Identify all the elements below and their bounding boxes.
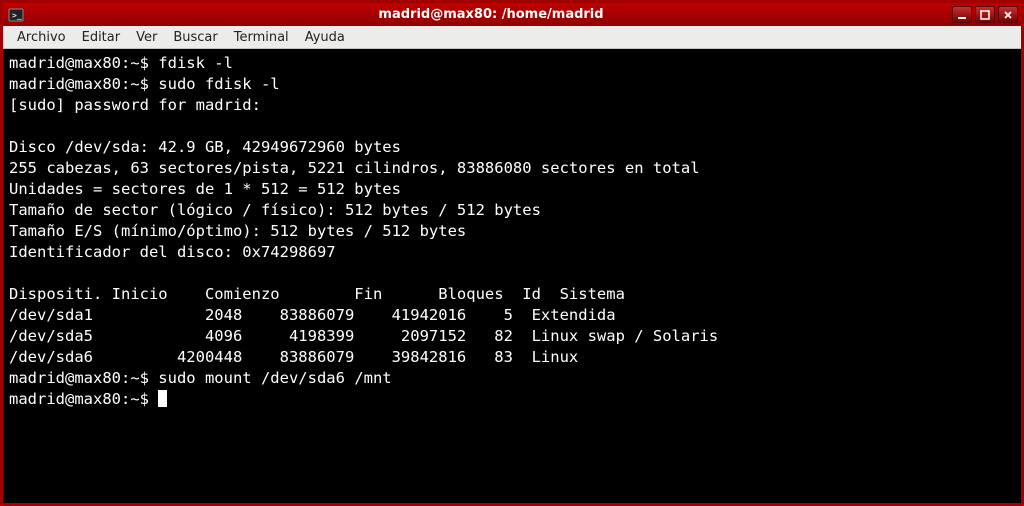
terminal-line: madrid@max80:~$ sudo mount /dev/sda6 /mn… [9, 369, 392, 387]
svg-text:>_: >_ [12, 11, 22, 20]
terminal-icon: >_ [8, 7, 24, 23]
terminal-line: Tamaño de sector (lógico / físico): 512 … [9, 201, 541, 219]
text-cursor [158, 390, 167, 407]
terminal-line: 255 cabezas, 63 sectores/pista, 5221 cil… [9, 159, 700, 177]
terminal-line: Disco /dev/sda: 42.9 GB, 42949672960 byt… [9, 138, 401, 156]
terminal-output[interactable]: madrid@max80:~$ fdisk -l madrid@max80:~$… [3, 49, 1021, 503]
menu-archivo[interactable]: Archivo [9, 28, 74, 47]
close-button[interactable] [998, 6, 1018, 23]
window-title: madrid@max80: /home/madrid [30, 7, 952, 22]
terminal-line: Identificador del disco: 0x74298697 [9, 243, 336, 261]
terminal-line: [sudo] password for madrid: [9, 96, 270, 114]
menu-ayuda[interactable]: Ayuda [297, 28, 353, 47]
menu-editar[interactable]: Editar [74, 28, 129, 47]
minimize-button[interactable] [952, 6, 972, 23]
terminal-line: Dispositi. Inicio Comienzo Fin Bloques I… [9, 285, 625, 303]
window-controls [952, 6, 1018, 23]
terminal-window: >_ madrid@max80: /home/madrid Archivo Ed… [0, 0, 1024, 506]
terminal-line: /dev/sda6 4200448 83886079 39842816 83 L… [9, 348, 578, 366]
menubar: Archivo Editar Ver Buscar Terminal Ayuda [3, 26, 1021, 49]
terminal-line: Unidades = sectores de 1 * 512 = 512 byt… [9, 180, 401, 198]
prompt-line: madrid@max80:~$ [9, 390, 158, 408]
maximize-button[interactable] [975, 6, 995, 23]
terminal-line: madrid@max80:~$ sudo fdisk -l [9, 75, 280, 93]
menu-buscar[interactable]: Buscar [165, 28, 225, 47]
terminal-line: /dev/sda5 4096 4198399 2097152 82 Linux … [9, 327, 718, 345]
terminal-line: madrid@max80:~$ fdisk -l [9, 54, 233, 72]
terminal-line: Tamaño E/S (mínimo/óptimo): 512 bytes / … [9, 222, 466, 240]
titlebar[interactable]: >_ madrid@max80: /home/madrid [3, 3, 1021, 26]
terminal-line: /dev/sda1 2048 83886079 41942016 5 Exten… [9, 306, 616, 324]
menu-ver[interactable]: Ver [128, 28, 165, 47]
menu-terminal[interactable]: Terminal [226, 28, 297, 47]
